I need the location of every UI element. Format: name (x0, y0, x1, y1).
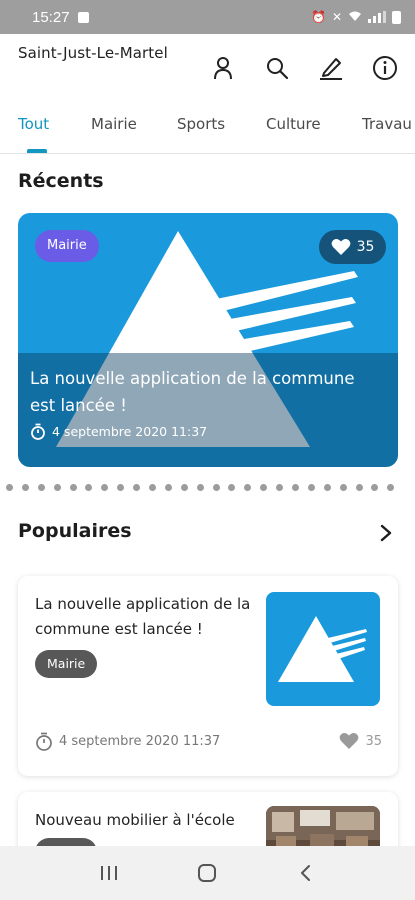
timer-icon (36, 732, 52, 751)
popular-article-card[interactable]: La nouvelle application de la commune es… (18, 576, 398, 776)
back-icon (300, 865, 310, 881)
notification-icon (77, 11, 89, 23)
search-icon[interactable] (261, 52, 293, 84)
tab-sports[interactable]: Sports (177, 115, 225, 133)
category-badge: Mairie (35, 230, 99, 262)
recent-apps-button[interactable] (89, 853, 129, 893)
carousel-dots (6, 484, 415, 491)
status-time: 15:27 (32, 8, 70, 26)
article-date: 4 septembre 2020 11:37 (35, 732, 220, 751)
battery-icon (392, 10, 401, 24)
category-badge: Mairie (35, 650, 98, 678)
article-title: La nouvelle application de la commune es… (30, 369, 355, 415)
article-title: La nouvelle application de la commune es… (35, 595, 251, 638)
heart-icon (331, 239, 350, 255)
article-title: Nouveau mobilier à l'école (35, 811, 235, 829)
recents-heading: Récents (18, 170, 104, 192)
like-count: 35 (356, 239, 375, 255)
tab-tout[interactable]: Tout (18, 115, 49, 133)
commune-logo-image (278, 616, 367, 682)
like-button[interactable]: 35 (319, 230, 386, 264)
home-button[interactable] (187, 853, 227, 893)
recent-article-card[interactable]: Mairie 35 La nouvelle application de la … (18, 213, 398, 467)
back-button[interactable] (286, 853, 326, 893)
tab-travaux[interactable]: Travau (362, 115, 412, 133)
mute-icon: ✕ (331, 10, 342, 24)
status-bar: 15:27 ⏰ ✕ (0, 0, 415, 34)
populaires-heading: Populaires (18, 520, 132, 542)
app-header: Saint-Just-Le-Martel (0, 34, 415, 100)
edit-icon[interactable] (315, 52, 347, 84)
user-icon[interactable] (207, 52, 239, 84)
wifi-icon (348, 10, 362, 25)
article-date: 4 septembre 2020 11:37 (30, 423, 207, 440)
alarm-icon: ⏰ (310, 10, 326, 24)
info-icon[interactable] (369, 52, 401, 84)
category-tabs: Tout Mairie Sports Culture Travau (0, 100, 415, 154)
recent-apps-icon (101, 866, 118, 880)
app-title: Saint-Just-Le-Martel (18, 44, 168, 62)
tab-mairie[interactable]: Mairie (91, 115, 137, 133)
article-date-text: 4 septembre 2020 11:37 (52, 424, 208, 439)
article-thumbnail (266, 592, 380, 706)
chevron-right-icon[interactable] (375, 522, 397, 544)
system-navigation-bar (0, 846, 415, 900)
signal-icon (368, 11, 386, 23)
like-button[interactable]: 35 (339, 732, 382, 750)
heart-icon (340, 733, 359, 749)
article-date-text: 4 septembre 2020 11:37 (59, 734, 221, 749)
tab-culture[interactable]: Culture (266, 115, 321, 133)
like-count: 35 (365, 733, 382, 749)
active-tab-indicator (27, 149, 47, 153)
timer-icon (31, 423, 45, 440)
home-icon (198, 864, 217, 882)
